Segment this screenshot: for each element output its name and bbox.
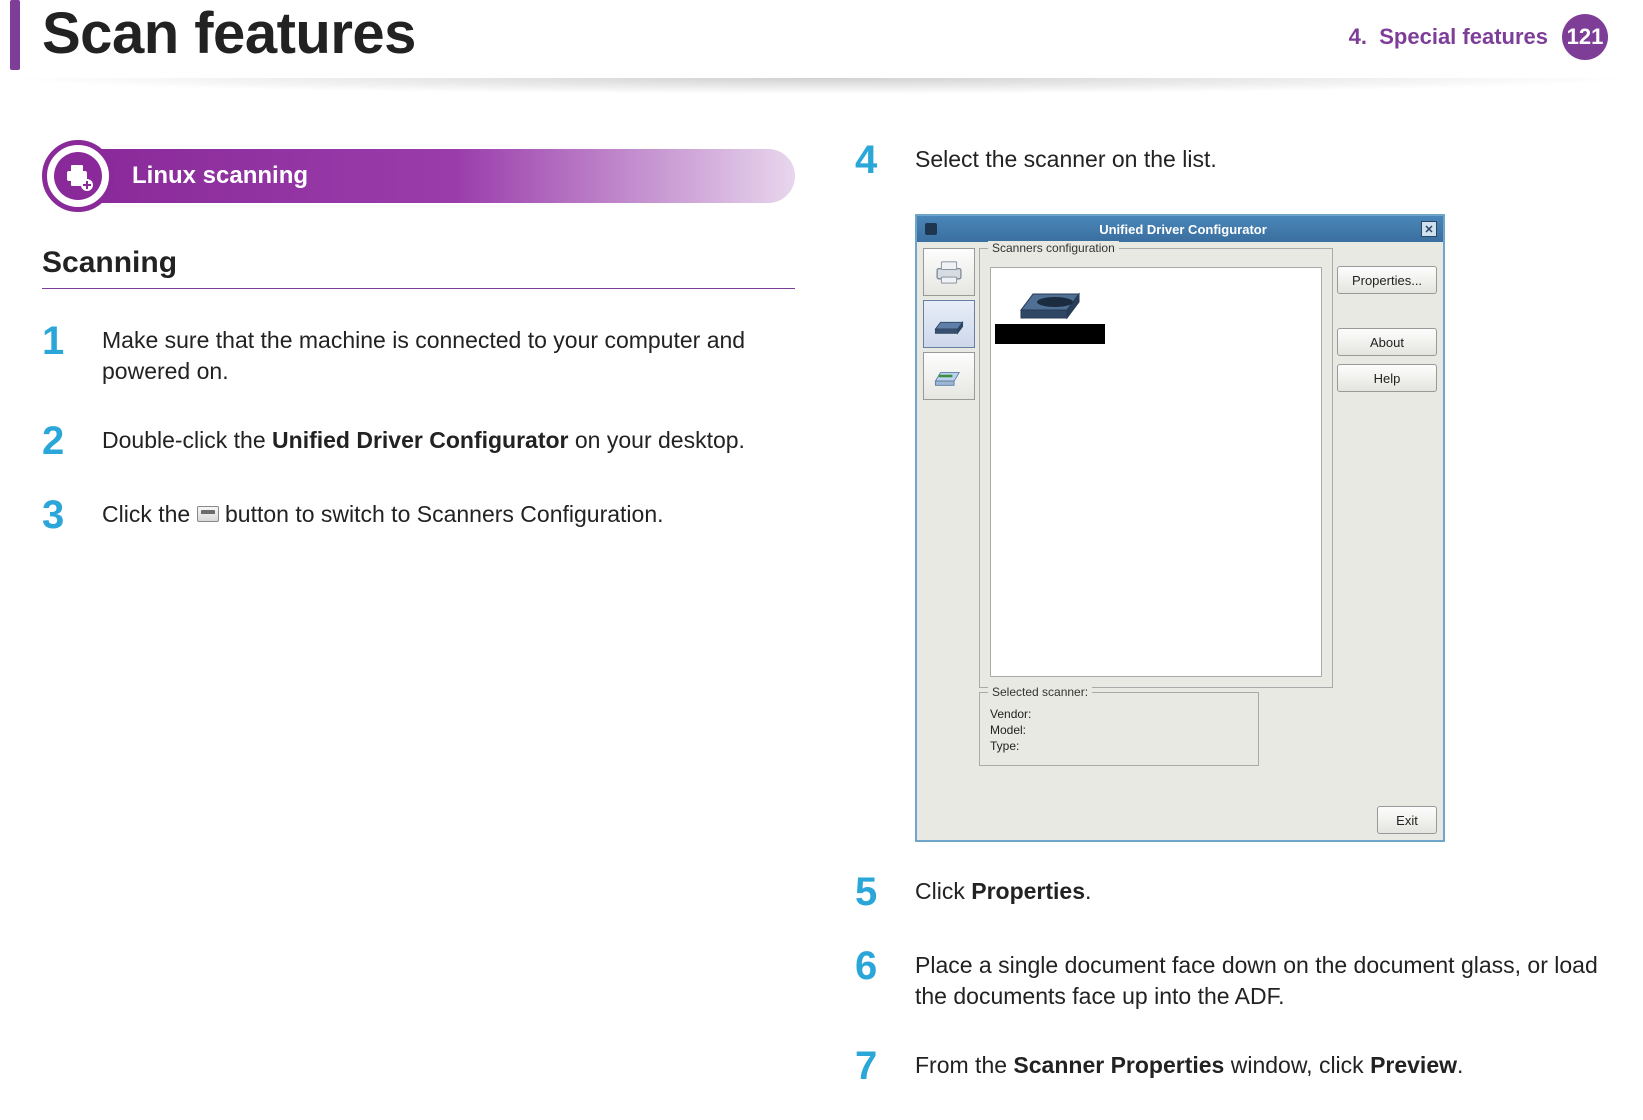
step-number: 2 <box>42 421 78 461</box>
step-2: 2 Double-click the Unified Driver Configu… <box>42 421 795 461</box>
screenshot-sidebar <box>923 248 975 796</box>
step-text: Click Properties. <box>915 872 1091 912</box>
printer-icon <box>932 258 966 286</box>
selected-model-label: Model: <box>990 723 1248 737</box>
properties-button[interactable]: Properties... <box>1337 266 1437 294</box>
selected-type-label: Type: <box>990 739 1248 753</box>
screenshot-titlebar: Unified Driver Configurator ✕ <box>917 216 1443 242</box>
section-pill: Linux scanning <box>88 149 795 203</box>
step-text: Make sure that the machine is connected … <box>102 321 795 387</box>
close-icon[interactable]: ✕ <box>1421 221 1437 237</box>
scanner-list-item-selected[interactable] <box>995 324 1105 344</box>
step-3: 3 Click the button to switch to Scanners … <box>42 495 795 535</box>
exit-button[interactable]: Exit <box>1377 806 1437 834</box>
step-text: Place a single document face down on the… <box>915 946 1608 1012</box>
step-text: From the Scanner Properties window, clic… <box>915 1046 1463 1086</box>
selected-scanner-fieldset: Selected scanner: Vendor: Model: Type: <box>979 692 1259 766</box>
step-5: 5 Click Properties. <box>855 872 1608 912</box>
step-7: 7 From the Scanner Properties window, cli… <box>855 1046 1608 1086</box>
step-text: Click the button to switch to Scanners C… <box>102 495 664 535</box>
scanner-icon <box>932 310 966 338</box>
sidebar-printer-button[interactable] <box>923 248 975 296</box>
sidebar-ports-button[interactable] <box>923 352 975 400</box>
sidebar-scanner-button[interactable] <box>923 300 975 348</box>
subsection-heading: Scanning <box>42 246 795 289</box>
step-text: Select the scanner on the list. <box>915 140 1217 180</box>
step-6: 6 Place a single document face down on th… <box>855 946 1608 1012</box>
scanners-configuration-fieldset: Scanners configuration <box>979 248 1333 688</box>
selected-vendor-label: Vendor: <box>990 707 1248 721</box>
about-button[interactable]: About <box>1337 328 1437 356</box>
screenshot-unified-driver-configurator: Unified Driver Configurator ✕ <box>915 214 1445 842</box>
step-text: Double-click the Unified Driver Configur… <box>102 421 745 461</box>
left-column: Linux scanning Scanning 1 Make sure that … <box>42 140 795 1120</box>
ports-icon <box>932 362 966 390</box>
page-title: Scan features <box>42 0 416 67</box>
help-button[interactable]: Help <box>1337 364 1437 392</box>
scanner-list[interactable] <box>990 267 1322 677</box>
selected-scanner-legend: Selected scanner: <box>988 685 1092 699</box>
header-shadow <box>0 78 1643 94</box>
scanner-list-item-icon <box>1015 282 1085 327</box>
page-number-badge: 121 <box>1562 14 1608 60</box>
right-column: 4 Select the scanner on the list. Unified… <box>855 140 1608 1120</box>
step-number: 5 <box>855 872 891 912</box>
step-number: 3 <box>42 495 78 535</box>
step-number: 1 <box>42 321 78 387</box>
screenshot-window-title: Unified Driver Configurator <box>945 222 1421 237</box>
printer-plus-icon <box>54 152 102 200</box>
step-number: 4 <box>855 140 891 180</box>
chapter-label: 4. Special features <box>1349 24 1548 50</box>
window-menu-icon <box>925 223 937 235</box>
section-heading: Linux scanning <box>42 140 795 212</box>
step-4: 4 Select the scanner on the list. <box>855 140 1608 180</box>
section-icon-ring <box>42 140 114 212</box>
page-header: Scan features 4. Special features 121 <box>10 0 1608 85</box>
scanners-legend: Scanners configuration <box>988 241 1119 255</box>
accent-stripe <box>10 0 20 70</box>
screenshot-button-column: Properties... About Help <box>1337 248 1437 796</box>
step-number: 6 <box>855 946 891 1012</box>
step-1: 1 Make sure that the machine is connected… <box>42 321 795 387</box>
step-number: 7 <box>855 1046 891 1086</box>
scanner-inline-icon <box>197 506 219 522</box>
